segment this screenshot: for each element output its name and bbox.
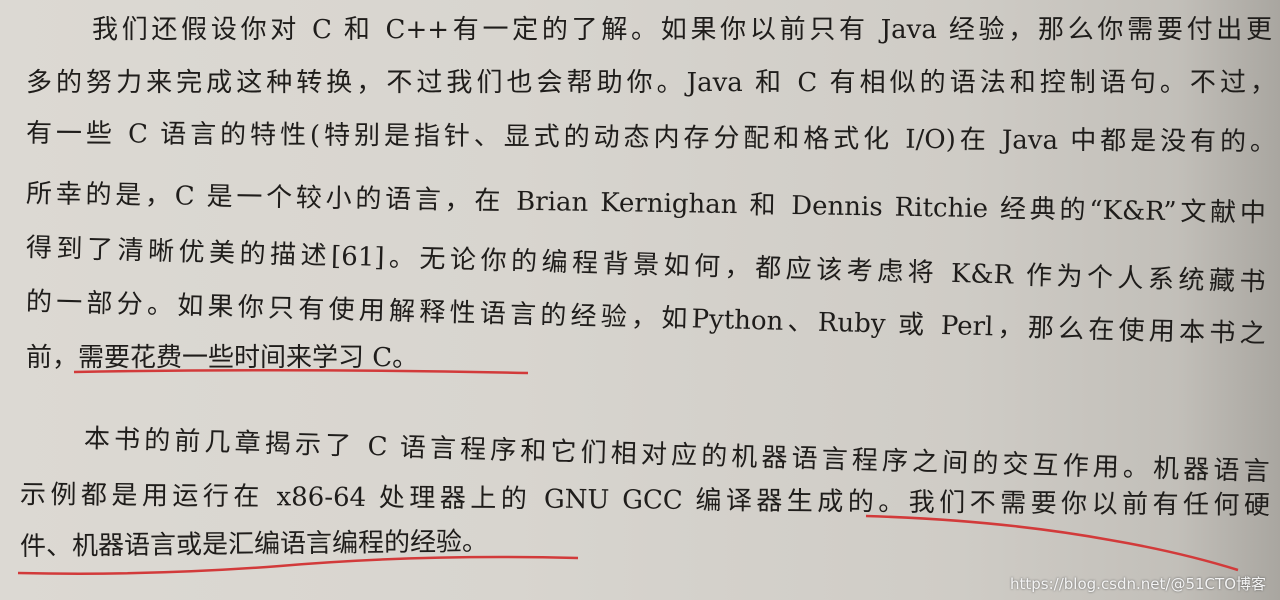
paragraph-1-line-4: 所幸的是，C 是一个较小的语言，在 Brian Kernighan 和 Denn…	[25, 179, 1267, 229]
paragraph-2-line-2: 示例都是用运行在 x86-64 处理器上的 GNU GCC 编译器生成的。我们不…	[19, 480, 1271, 521]
paragraph-1-line-3: 有一些 C 语言的特性(特别是指针、显式的动态内存分配和格式化 I/O)在 Ja…	[25, 118, 1277, 158]
underline-no-experience	[865, 514, 1239, 572]
paragraph-1-line-1: 我们还假设你对 C 和 C++有一定的了解。如果你以前只有 Java 经验，那么…	[92, 15, 1272, 45]
paragraph-2-line-1: 本书的前几章揭示了 C 语言程序和它们相对应的机器语言程序之间的交互作用。机器语…	[83, 424, 1270, 488]
paragraph-2-line-3: 件、机器语言或是汇编语言编程的经验。	[19, 527, 489, 562]
paragraph-1-line-2: 多的努力来完成这种转换，不过我们也会帮助你。Java 和 C 有相似的语法和控制…	[26, 68, 1276, 98]
paragraph-1-line-7: 前，需要花费一些时间来学习 C。	[26, 343, 419, 373]
watermark: https://blog.csdn.net/@51CTO博客	[1010, 575, 1266, 593]
